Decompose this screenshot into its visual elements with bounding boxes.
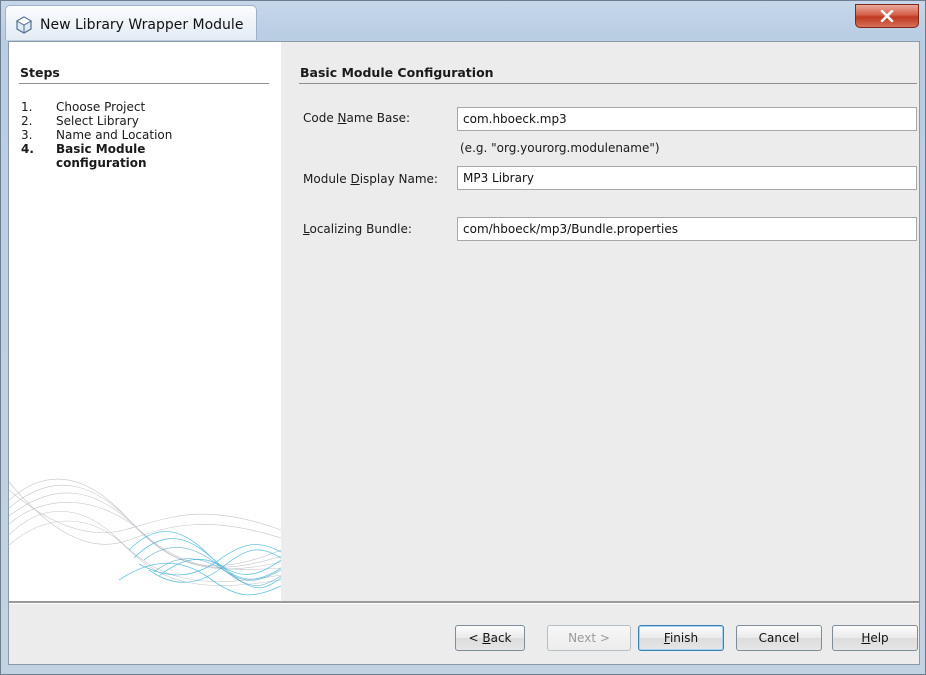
step-label: Choose Project: [56, 100, 146, 114]
code-name-base-label: Code Name Base:: [303, 111, 411, 125]
title-bar[interactable]: New Library Wrapper Module: [1, 1, 925, 41]
title-tab: New Library Wrapper Module: [5, 5, 257, 40]
step-number: 3.: [21, 128, 33, 142]
window-title: New Library Wrapper Module: [40, 17, 244, 33]
back-button[interactable]: < Back: [455, 625, 525, 651]
panel-heading: Basic Module Configuration: [300, 65, 494, 80]
module-display-name-label: Module Display Name:: [303, 172, 438, 186]
cancel-button[interactable]: Cancel: [736, 625, 822, 651]
wizard-window: New Library Wrapper Module Steps 1. Choo…: [0, 0, 926, 675]
code-name-base-input[interactable]: com.hboeck.mp3: [457, 107, 917, 131]
step-number: 2.: [21, 114, 33, 128]
panel-divider: [299, 83, 917, 84]
dialog-content: Steps 1. Choose Project 2. Select Librar…: [8, 41, 920, 665]
help-button[interactable]: Help: [832, 625, 918, 651]
steps-heading: Steps: [20, 65, 60, 80]
step-label: Name and Location: [56, 128, 173, 142]
step-number: 4.: [21, 142, 34, 156]
close-icon: [880, 10, 894, 22]
button-bar-divider: [9, 601, 919, 604]
steps-pane: Steps 1. Choose Project 2. Select Librar…: [9, 42, 281, 601]
configuration-panel: Basic Module Configuration Code Name Bas…: [281, 42, 919, 601]
module-display-name-input[interactable]: MP3 Library: [457, 166, 917, 190]
step-label: Basic Module configuration: [56, 142, 147, 170]
module-cube-icon: [15, 16, 33, 34]
code-name-base-hint: (e.g. "org.yourorg.modulename"): [460, 141, 660, 155]
decorative-waves-graphic: [9, 478, 281, 596]
step-number: 1.: [21, 100, 33, 114]
next-button[interactable]: Next >: [547, 625, 631, 651]
localizing-bundle-label: Localizing Bundle:: [303, 222, 412, 236]
close-button[interactable]: [855, 4, 919, 28]
localizing-bundle-input[interactable]: com/hboeck/mp3/Bundle.properties: [457, 217, 917, 241]
steps-divider: [19, 83, 269, 84]
finish-button[interactable]: Finish: [638, 625, 724, 651]
step-label: Select Library: [56, 114, 139, 128]
